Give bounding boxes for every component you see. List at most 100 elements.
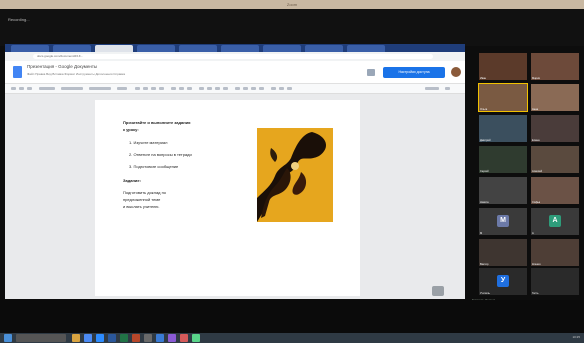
insert-comment-icon[interactable] (179, 87, 184, 90)
participant-video[interactable]: Анна (531, 84, 579, 111)
participant-video[interactable]: Иван (479, 53, 527, 80)
word-icon[interactable] (108, 334, 116, 342)
doc-line: предложенной теме (123, 197, 161, 202)
app-icon[interactable] (144, 334, 152, 342)
participant-video-off[interactable]: Гость (531, 268, 579, 295)
participant-avatar (479, 115, 527, 142)
zoom-select[interactable] (39, 87, 55, 90)
account-avatar[interactable] (451, 67, 461, 77)
participant-name: Ксения (532, 263, 541, 266)
doc-title[interactable]: Презентация - Google Документы (27, 64, 97, 69)
participant-video-off[interactable]: M M (479, 208, 527, 235)
text-color-icon[interactable] (159, 87, 164, 90)
browser-tab[interactable] (305, 45, 343, 52)
align-left-icon[interactable] (199, 87, 204, 90)
file-explorer-icon[interactable] (72, 334, 80, 342)
align-right-icon[interactable] (215, 87, 220, 90)
clear-formatting-icon[interactable] (287, 87, 292, 90)
align-center-icon[interactable] (207, 87, 212, 90)
zoom-top-bar (0, 9, 584, 46)
participant-name: Анна (532, 108, 539, 111)
checklist-icon[interactable] (243, 87, 248, 90)
bulleted-list-icon[interactable] (251, 87, 256, 90)
browser-tab-active[interactable] (95, 45, 133, 52)
editing-mode-select[interactable] (425, 87, 439, 90)
app-icon[interactable] (180, 334, 188, 342)
print-icon[interactable] (27, 87, 32, 90)
document-image[interactable] (257, 128, 333, 222)
insert-image-icon[interactable] (187, 87, 192, 90)
link-icon[interactable] (171, 87, 176, 90)
chrome-icon[interactable] (84, 334, 92, 342)
app-icon[interactable] (168, 334, 176, 342)
participant-avatar (479, 146, 527, 173)
participant-avatar (479, 177, 527, 204)
share-button[interactable]: Настройки доступа (383, 67, 445, 78)
italic-icon[interactable] (143, 87, 148, 90)
participant-video[interactable]: Алексей (531, 146, 579, 173)
redo-icon[interactable] (19, 87, 24, 90)
participant-avatar (531, 239, 579, 266)
taskbar: 10:25 (0, 333, 584, 343)
participant-avatar (531, 146, 579, 173)
participant-name: Алексей (532, 170, 543, 173)
numbered-list-icon[interactable] (259, 87, 264, 90)
browser-tab[interactable] (53, 45, 91, 52)
docs-menu-bar[interactable]: Файл Правка Вид Вставка Формат Инструмен… (27, 72, 125, 76)
google-docs-logo-icon[interactable] (13, 66, 22, 78)
browser-tab[interactable] (11, 45, 49, 52)
participant-video-active[interactable]: Ольга (478, 83, 528, 112)
app-icon[interactable] (156, 334, 164, 342)
participant-video-off[interactable]: У Учитель (479, 268, 527, 295)
undo-icon[interactable] (11, 87, 16, 90)
window-title: Zoom (286, 2, 298, 7)
participant-video[interactable]: Сергей (479, 146, 527, 173)
participant-avatar (531, 53, 579, 80)
doc-line: и выслать учителю. (123, 204, 160, 209)
bold-icon[interactable] (135, 87, 140, 90)
shared-screen: docs.google.com/document/d/1K... Презент… (5, 44, 465, 299)
style-select[interactable] (61, 87, 83, 90)
participant-name: Никита (480, 201, 489, 204)
collapse-icon[interactable] (445, 87, 450, 90)
doc-line: Задание: (123, 178, 141, 183)
browser-tab[interactable] (263, 45, 301, 52)
indent-decrease-icon[interactable] (271, 87, 276, 90)
app-icon[interactable] (192, 334, 200, 342)
start-icon[interactable] (4, 334, 12, 342)
participant-video[interactable]: Никита (479, 177, 527, 204)
participant-avatar (531, 115, 579, 142)
line-spacing-icon[interactable] (235, 87, 240, 90)
indent-increase-icon[interactable] (279, 87, 284, 90)
browser-tab[interactable] (347, 45, 385, 52)
participant-video[interactable]: Софья (531, 177, 579, 204)
font-size-select[interactable] (117, 87, 127, 90)
participant-video[interactable]: Мария (531, 53, 579, 80)
screen-share-options-icon[interactable] (432, 286, 444, 296)
powerpoint-icon[interactable] (132, 334, 140, 342)
browser-tab[interactable] (179, 45, 217, 52)
underline-icon[interactable] (151, 87, 156, 90)
comment-icon[interactable] (367, 69, 375, 76)
participant-video[interactable]: Ксения (531, 239, 579, 266)
browser-tab[interactable] (137, 45, 175, 52)
taskbar-search-input[interactable] (16, 334, 66, 342)
participant-video-off[interactable]: A A (531, 208, 579, 235)
doc-line: к уроку: (123, 127, 139, 132)
browser-tab[interactable] (221, 45, 259, 52)
doc-line: Подготовить доклад по (123, 190, 166, 195)
font-select[interactable] (89, 87, 111, 90)
participant-avatar (479, 239, 527, 266)
participant-video[interactable]: Дмитрий (479, 115, 527, 142)
participant-video[interactable]: Елена (531, 115, 579, 142)
participant-name: Софья (532, 201, 541, 204)
zoom-icon[interactable] (96, 334, 104, 342)
system-clock: 10:25 (572, 335, 580, 339)
justify-icon[interactable] (223, 87, 228, 90)
participant-name: Учитель (480, 292, 490, 295)
url-input[interactable] (33, 54, 433, 59)
doc-line: 2. Ответьте на вопросы в тетради (129, 152, 192, 157)
excel-icon[interactable] (120, 334, 128, 342)
participant-video[interactable]: Виктор (479, 239, 527, 266)
recording-label: Recording... (8, 17, 30, 22)
